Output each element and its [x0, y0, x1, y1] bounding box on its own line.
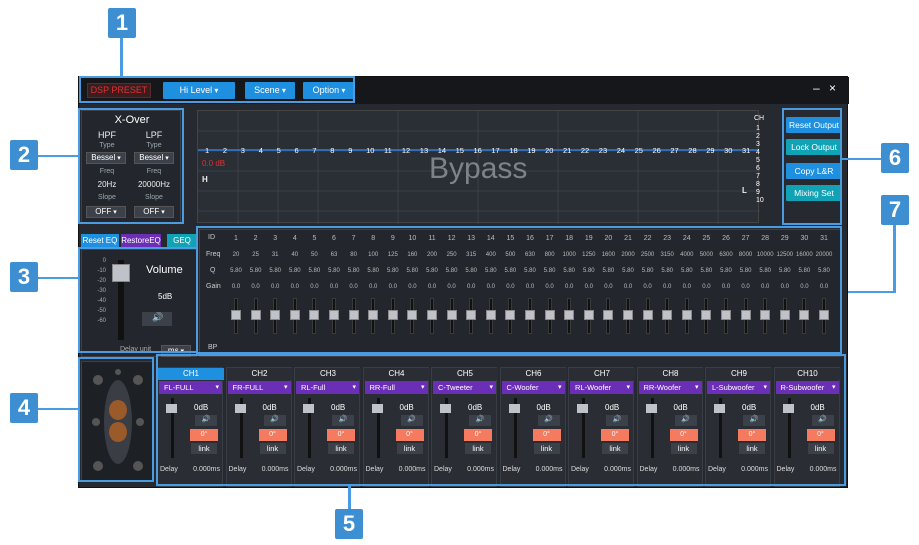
band-number-17[interactable]: 17: [491, 146, 499, 155]
band-number-22[interactable]: 22: [581, 146, 589, 155]
band-number-2[interactable]: 2: [223, 146, 227, 155]
minimize-icon[interactable]: –: [813, 81, 820, 95]
ch-num[interactable]: 9: [756, 189, 766, 197]
ch-num[interactable]: 6: [756, 165, 766, 173]
callout-1: 1: [108, 8, 136, 38]
band-number-6[interactable]: 6: [295, 146, 299, 155]
band-number-21[interactable]: 21: [563, 146, 571, 155]
ch-num[interactable]: 5: [756, 157, 766, 165]
hpf-marker[interactable]: H: [202, 175, 208, 184]
callout-1-leader: [120, 38, 123, 76]
ch-num[interactable]: 3: [756, 141, 766, 149]
band-number-12[interactable]: 12: [402, 146, 410, 155]
band-number-1[interactable]: 1: [205, 146, 209, 155]
highlight-1: [79, 76, 355, 103]
band-number-15[interactable]: 15: [456, 146, 464, 155]
reset-eq-button[interactable]: Reset EQ: [81, 234, 119, 247]
band-number-31[interactable]: 31: [742, 146, 750, 155]
ch-num[interactable]: 4: [756, 149, 766, 157]
highlight-5: [156, 354, 846, 486]
highlight-3: [78, 247, 198, 353]
ch-label: CH: [754, 115, 765, 122]
band-number-20[interactable]: 20: [545, 146, 553, 155]
band-number-4[interactable]: 4: [259, 146, 263, 155]
band-number-29[interactable]: 29: [706, 146, 714, 155]
band-number-10[interactable]: 10: [366, 146, 374, 155]
callout-5: 5: [335, 509, 363, 539]
band-number-28[interactable]: 28: [688, 146, 696, 155]
restore-eq-button[interactable]: RestoreEQ: [121, 234, 161, 247]
band-number-9[interactable]: 9: [348, 146, 352, 155]
highlight-7: [196, 226, 842, 354]
geq-tab[interactable]: GEQ: [167, 234, 197, 247]
callout-5-leader: [348, 486, 351, 509]
lpf-marker[interactable]: L: [742, 186, 747, 195]
bypass-text: Bypass: [429, 152, 528, 185]
band-number-16[interactable]: 16: [474, 146, 482, 155]
band-number-30[interactable]: 30: [724, 146, 732, 155]
highlight-6: [782, 108, 842, 225]
callout-3: 3: [10, 262, 38, 292]
band-number-18[interactable]: 18: [509, 146, 517, 155]
ch-num[interactable]: 7: [756, 173, 766, 181]
band-number-11[interactable]: 11: [384, 146, 392, 155]
callout-6: 6: [881, 143, 909, 173]
band-number-5[interactable]: 5: [277, 146, 281, 155]
callout-2-leader: [38, 155, 78, 157]
ch-num[interactable]: 2: [756, 133, 766, 141]
band-number-23[interactable]: 23: [599, 146, 607, 155]
highlight-2: [78, 108, 184, 224]
band-number-24[interactable]: 24: [617, 146, 625, 155]
callout-4: 4: [10, 393, 38, 423]
close-icon[interactable]: ×: [829, 81, 836, 95]
band-number-26[interactable]: 26: [653, 146, 661, 155]
highlight-4: [78, 357, 154, 482]
ch-list: 1 2 3 4 5 6 7 8 9 10: [756, 125, 766, 205]
band-number-27[interactable]: 27: [670, 146, 678, 155]
callout-7-leader: [893, 225, 896, 293]
callout-6-leader: [842, 158, 881, 160]
ch-num[interactable]: 1: [756, 125, 766, 133]
callout-4-leader: [38, 408, 78, 410]
band-number-14[interactable]: 14: [438, 146, 446, 155]
callout-7: 7: [881, 195, 909, 225]
db-readout: 0.0 dB: [202, 159, 226, 168]
band-number-7[interactable]: 7: [312, 146, 316, 155]
band-number-19[interactable]: 19: [527, 146, 535, 155]
band-number-13[interactable]: 13: [420, 146, 428, 155]
band-number-25[interactable]: 25: [635, 146, 643, 155]
callout-3-leader: [38, 277, 78, 279]
band-number-8[interactable]: 8: [330, 146, 334, 155]
callout-7-leader-h: [843, 291, 896, 293]
ch-num[interactable]: 8: [756, 181, 766, 189]
callout-2: 2: [10, 140, 38, 170]
ch-num[interactable]: 10: [756, 197, 766, 205]
band-number-3[interactable]: 3: [241, 146, 245, 155]
